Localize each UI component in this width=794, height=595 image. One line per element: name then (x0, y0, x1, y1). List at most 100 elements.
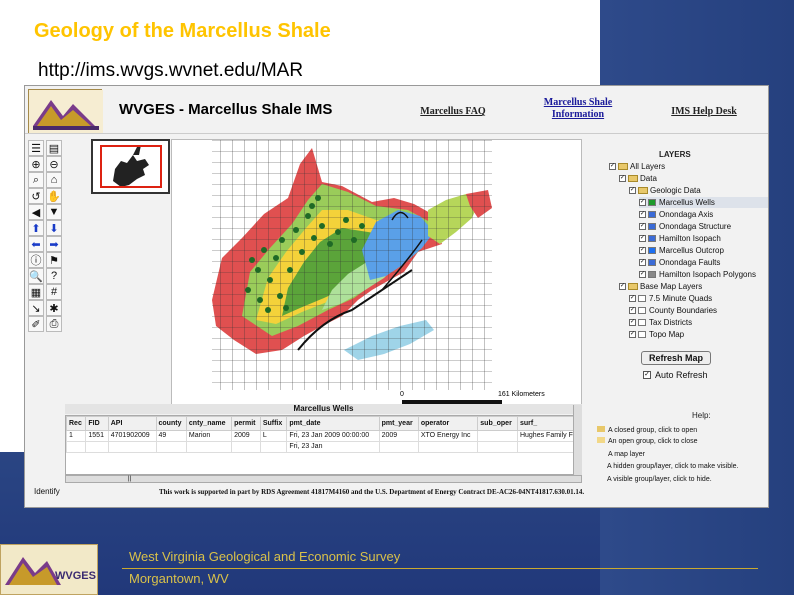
table-cell: Fri, 23 Jan (286, 441, 380, 453)
refresh-map-button[interactable]: Refresh Map (641, 351, 711, 365)
folder-icon[interactable] (638, 187, 648, 194)
wells-horizontal-scrollbar[interactable]: || (65, 475, 582, 483)
table-cell (231, 441, 261, 453)
layer-visibility-checkbox[interactable]: ✓ (629, 319, 636, 326)
marcellus-info-link[interactable]: Marcellus Shale Information (531, 97, 625, 121)
column-header: permit (231, 416, 261, 431)
layer-visibility-checkbox[interactable]: ✓ (639, 223, 646, 230)
layer-item[interactable]: ✓ Onondaga Faults (639, 257, 720, 268)
identify-label: Identify (34, 487, 60, 496)
layer-item[interactable]: ✓ Marcellus Wells (639, 197, 768, 208)
table-cell: 4701902009 (107, 430, 157, 442)
main-map[interactable]: 0 161 Kilometers (171, 139, 582, 407)
wells-table-title: Marcellus Wells (65, 404, 582, 414)
layer-symbol-icon (638, 307, 646, 314)
layer-item[interactable]: ✓ Hamilton Isopach (639, 233, 721, 244)
query-icon[interactable]: ? (46, 268, 62, 284)
zoom-active-icon[interactable]: ⌕ (28, 172, 44, 188)
layer-item[interactable]: ✓ Marcellus Outcrop (639, 245, 724, 256)
legend-icon[interactable]: ☰ (28, 140, 44, 156)
help-item-label: An open group, click to close (608, 438, 698, 445)
auto-refresh-checkbox[interactable]: ✓ (643, 371, 651, 379)
zoom-out-icon[interactable]: ⊖ (46, 156, 62, 172)
layer-item[interactable]: ✓ County Boundaries (629, 305, 717, 316)
pan-south-icon[interactable]: ▼ (46, 204, 62, 220)
table-row[interactable]: Fri, 23 Jan (66, 441, 581, 453)
layer-item[interactable]: ✓ Base Map Layers (619, 281, 702, 292)
auto-refresh-toggle[interactable]: ✓ Auto Refresh (643, 370, 708, 380)
layer-visibility-checkbox[interactable]: ✓ (639, 235, 646, 242)
layer-item[interactable]: ✓ Data (619, 173, 657, 184)
overview-map[interactable] (91, 139, 170, 194)
print-icon[interactable]: ⎙ (46, 316, 62, 332)
table-cell (155, 441, 187, 453)
scale-min: 0 (400, 391, 404, 398)
find-icon[interactable]: 🔍 (28, 268, 44, 284)
layer-label: Topo Map (649, 330, 685, 339)
layer-item[interactable]: ✓ Onondaga Axis (639, 209, 713, 220)
zoom-last-icon[interactable]: ↺ (28, 188, 44, 204)
arrow-left-icon[interactable]: ⬅ (28, 236, 44, 252)
folder-icon[interactable] (618, 163, 628, 170)
buffer-icon[interactable]: ✱ (46, 300, 62, 316)
ims-help-desk-link[interactable]: IMS Help Desk (659, 106, 749, 118)
table-row[interactable]: 1 1551 4701902009 49 Marion 2009 L Fri, … (66, 430, 581, 442)
ims-screenshot: WVGES - Marcellus Shale IMS Marcellus FA… (24, 85, 769, 508)
folder-icon[interactable] (628, 175, 638, 182)
layer-symbol-icon (638, 295, 646, 302)
table-cell: 1551 (85, 430, 109, 442)
layer-icon (597, 450, 605, 456)
layer-symbol-icon (648, 247, 656, 254)
layer-visibility-checkbox[interactable]: ✓ (629, 187, 636, 194)
footer-organization: West Virginia Geological and Economic Su… (129, 549, 401, 564)
measure-icon[interactable]: ↘ (28, 300, 44, 316)
table-cell (417, 441, 479, 453)
zoom-in-icon[interactable]: ⊕ (28, 156, 44, 172)
marcellus-faq-link[interactable]: Marcellus FAQ (413, 106, 493, 118)
pan-west-icon[interactable]: ◀ (28, 204, 44, 220)
layer-visibility-checkbox[interactable]: ✓ (629, 307, 636, 314)
table-cell (85, 441, 109, 453)
layer-visibility-checkbox[interactable]: ✓ (639, 247, 646, 254)
layer-label: 7.5 Minute Quads (649, 294, 713, 303)
layer-label: Base Map Layers (640, 282, 703, 291)
layer-visibility-checkbox[interactable]: ✓ (639, 199, 646, 206)
layer-visibility-checkbox[interactable]: ✓ (639, 259, 646, 266)
layer-item[interactable]: ✓ All Layers (609, 161, 665, 172)
layer-item[interactable]: ✓ Onondaga Structure (639, 221, 731, 232)
arrow-up-icon[interactable]: ⬆ (28, 220, 44, 236)
arrow-down-icon[interactable]: ⬇ (46, 220, 62, 236)
arrow-right-icon[interactable]: ➡ (46, 236, 62, 252)
layer-item[interactable]: ✓ Tax Districts (629, 317, 692, 328)
layer-item[interactable]: ✓ Geologic Data (629, 185, 701, 196)
pan-icon[interactable]: ✋ (46, 188, 62, 204)
hyperlink-icon[interactable]: ⚑ (46, 252, 62, 268)
layer-label: Marcellus Wells (659, 198, 715, 207)
help-item: A map layer (597, 450, 645, 458)
select-icon[interactable]: ▦ (28, 284, 44, 300)
identify-icon[interactable]: ⓘ (28, 252, 44, 268)
layer-label: County Boundaries (649, 306, 718, 315)
layer-visibility-checkbox[interactable]: ✓ (629, 295, 636, 302)
layer-visibility-checkbox[interactable]: ✓ (619, 175, 626, 182)
layer-item[interactable]: ✓ Topo Map (629, 329, 684, 340)
wells-vertical-scrollbar[interactable] (573, 405, 582, 475)
grid-icon[interactable]: # (46, 284, 62, 300)
layer-item[interactable]: ✓ 7.5 Minute Quads (629, 293, 712, 304)
table-cell: Marion (185, 430, 233, 442)
layer-visibility-checkbox[interactable]: ✓ (639, 211, 646, 218)
layer-visibility-checkbox[interactable]: ✓ (609, 163, 616, 170)
full-extent-icon[interactable]: ⌂ (46, 172, 62, 188)
layer-symbol-icon (638, 331, 646, 338)
layer-visibility-checkbox[interactable]: ✓ (629, 331, 636, 338)
help-item: A visible group/layer, click to hide. (597, 475, 712, 483)
layer-list-icon[interactable]: ▤ (46, 140, 62, 156)
layer-visibility-checkbox[interactable]: ✓ (639, 271, 646, 278)
footer-logo-text: WVGES (55, 570, 96, 582)
clear-icon[interactable]: ✐ (28, 316, 44, 332)
layer-visibility-checkbox[interactable]: ✓ (619, 283, 626, 290)
layer-item[interactable]: ✓ Hamilton Isopach Polygons (639, 269, 756, 280)
help-item: A hidden group/layer, click to make visi… (597, 462, 739, 470)
folder-icon[interactable] (628, 283, 638, 290)
table-cell: Hughes Family F (516, 430, 581, 442)
